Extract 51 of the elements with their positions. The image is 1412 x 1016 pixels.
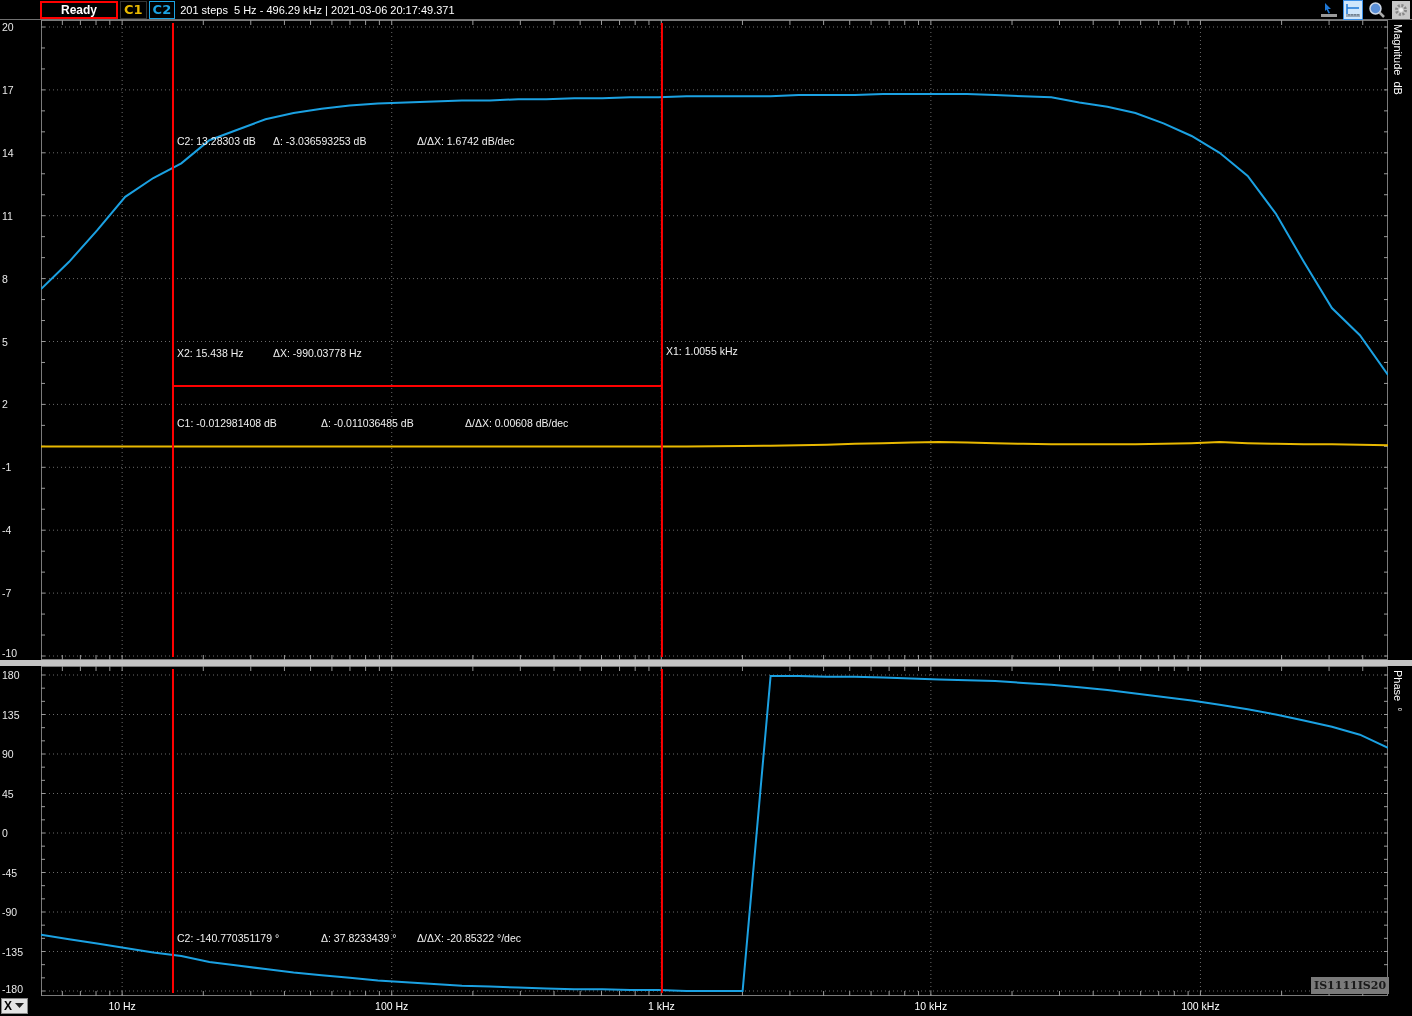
axis-tick-label: -45 [2,866,18,880]
channel-toggle[interactable]: C2 [148,0,176,19]
axis-tick-label: -4 [2,524,12,538]
cursor-readout: Δ/ΔX: -20.85322 °/dec [417,932,522,945]
cursor-readout: Δ: 37.8233439 ° [321,932,397,945]
channel-toggle[interactable]: C1 [120,0,147,19]
axis-selector[interactable]: X [1,998,28,1014]
cursor-readout: Δ/ΔX: 1.6742 dB/dec [417,135,515,148]
axis-tick-label: -10 [2,647,18,660]
ruler-icon[interactable] [1344,0,1362,19]
axis-tick-label: 100 kHz [1181,1000,1220,1012]
axis-tick-label: 17 [2,83,14,97]
device-label: IS1111IS20 [1311,977,1390,994]
axis-tick-label: 14 [2,146,14,160]
axis-tick-label: -7 [2,587,12,601]
axis-tick-label: 100 Hz [375,1000,409,1012]
axis-tick-label: 1 kHz [647,1000,675,1012]
caret-icon [15,1003,24,1009]
axis-tick-label: 10 Hz [108,1000,136,1012]
axis-tick-label: -1 [2,461,12,475]
status-indicator: Ready [40,0,118,19]
cursor-readout: C2: -140.770351179 ° [177,932,280,945]
axis-title: Magnitude dB [1392,24,1404,95]
axis-tick-label: 0 [2,827,8,840]
pointer-icon[interactable] [1320,0,1338,19]
cursor-readout: ΔX: -990.03778 Hz [273,347,362,360]
axis-tick-label: 11 [2,209,13,223]
cursor-readout: Δ/ΔX: 0.00608 dB/dec [465,417,569,430]
cursor-readout: C1: -0.012981408 dB [177,417,277,430]
cursor-readout: X2: 15.438 Hz [177,347,244,360]
axis-tick-label: -135 [2,945,23,959]
axis-tick-label: 2 [2,398,8,412]
cursor-readout: Δ: -0.011036485 dB [321,417,414,430]
cursor-readout: X1: 1.0055 kHz [666,345,738,358]
search-icon[interactable] [1368,0,1386,19]
settings-icon[interactable] [1392,0,1410,19]
cursor-overlay[interactable] [172,668,663,994]
sweep-info: 201 steps 5 Hz - 496.29 kHz | 2021-03-06 20:17:49.371 [180,3,455,16]
axis-tick-label: 20 [2,21,14,34]
axis-tick-label: 135 [2,708,20,722]
axis-tick-label: 5 [2,335,8,349]
axis-tick-label: -180 [2,983,23,996]
axis-title: Phase ° [1392,670,1404,712]
axis-tick-label: 8 [2,272,8,286]
axis-tick-label: -90 [2,906,18,919]
axis-tick-label: 10 kHz [914,1000,948,1012]
axis-tick-label: 45 [2,787,14,801]
axis-tick-label: 90 [2,748,14,761]
cursor-overlay[interactable] [172,22,663,658]
cursor-readout: Δ: -3.036593253 dB [273,135,367,148]
axis-tick-label: 180 [2,669,20,682]
